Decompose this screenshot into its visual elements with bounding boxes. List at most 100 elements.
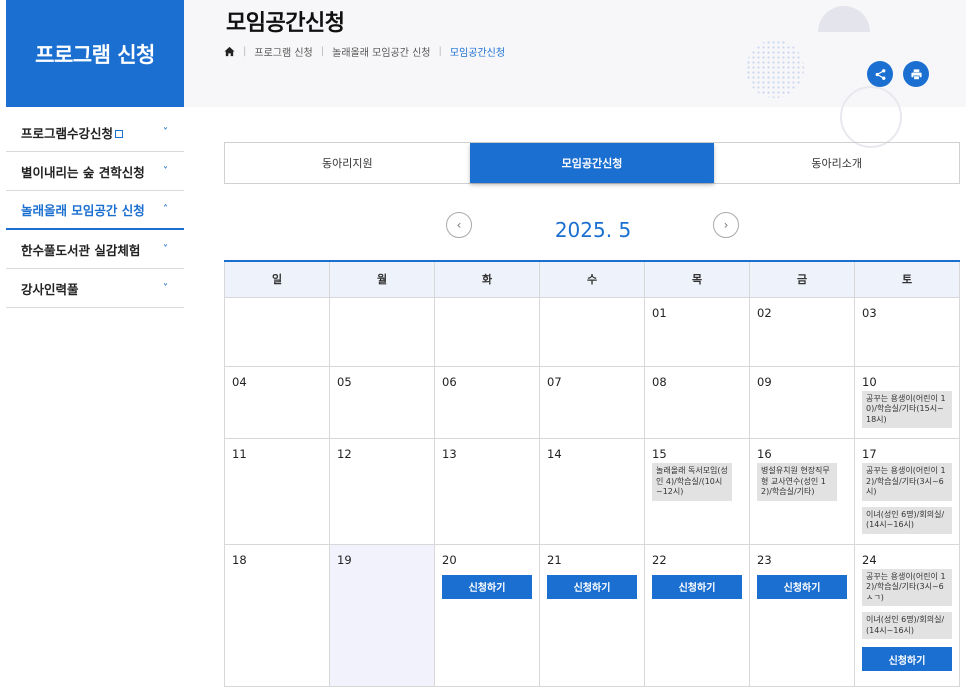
reservation-event[interactable]: 이녀(성인 6명)/회의실/(14시~16시) xyxy=(862,612,952,639)
month-navigation: ‹ 2025. 5 › xyxy=(446,212,740,252)
sidebar-item-instructor-pool[interactable]: 강사인력풀 ˅ xyxy=(6,269,184,308)
calendar-week-row: 18 19 20 신청하기 21 신청하기 22 신청하기 23 신청하기 24… xyxy=(224,543,960,687)
weekday-header: 월 xyxy=(329,260,435,298)
calendar-day-cell: 24 공꾸는 용생이(어린이 12)/학습실/기타(3시~6ㅅㄱ) 이녀(성인 … xyxy=(854,543,960,687)
breadcrumb-separator: | xyxy=(243,46,247,57)
external-link-icon xyxy=(115,130,124,138)
calendar-day-cell-today: 19 xyxy=(329,543,435,687)
breadcrumb: | 프로그램 신청 | 놀래올래 모임공간 신청 | 모임공간신청 xyxy=(224,44,505,59)
sidebar-item-meeting-space[interactable]: 놀래올래 모임공간 신청 ˄ xyxy=(6,191,184,230)
calendar-day-cell: 14 xyxy=(539,438,645,545)
tab-club-intro[interactable]: 동아리소개 xyxy=(714,143,959,183)
reservation-event[interactable]: 공꾸는 용생이(어린이 12)/학습실/기타(3시~6시) xyxy=(862,463,952,501)
day-number: 16 xyxy=(757,447,772,461)
sidebar-item-label: 강사인력풀 xyxy=(21,281,79,297)
page-title: 모임공간신청 xyxy=(226,11,345,36)
apply-button[interactable]: 신청하기 xyxy=(757,574,847,599)
chevron-right-icon: › xyxy=(723,218,729,232)
breadcrumb-current[interactable]: 모임공간신청 xyxy=(450,44,505,59)
calendar-day-cell xyxy=(224,296,330,367)
apply-button[interactable]: 신청하기 xyxy=(547,574,637,599)
sidebar-item-program-registration[interactable]: 프로그램수강신청 ˅ xyxy=(6,113,184,152)
calendar-day-cell: 12 xyxy=(329,438,435,545)
chevron-down-icon[interactable]: ˅ xyxy=(163,244,168,255)
reservation-event[interactable]: 병설유치원 현장직무형 교사연수(성인 12)/학습실/기타) xyxy=(757,463,837,501)
calendar-day-cell: 22 신청하기 xyxy=(644,543,750,687)
print-button[interactable] xyxy=(903,61,929,87)
page-header: 모임공간신청 | 프로그램 신청 | 놀래올래 모임공간 신청 | 모임공간신청 xyxy=(184,0,966,148)
calendar-day-cell: 13 xyxy=(434,438,540,545)
weekday-header-row: 일 월 화 수 목 금 토 xyxy=(224,260,960,298)
reservation-event[interactable]: 이녀(성인 6명)/회의실/(14시~16시) xyxy=(862,506,952,534)
day-number: 22 xyxy=(652,552,667,567)
day-number: 21 xyxy=(547,552,562,567)
calendar-day-cell: 05 xyxy=(329,365,435,439)
day-number: 08 xyxy=(652,374,667,389)
calendar-day-cell: 06 xyxy=(434,365,540,439)
home-icon[interactable] xyxy=(224,46,235,57)
day-number: 24 xyxy=(862,552,877,567)
share-button[interactable] xyxy=(867,61,893,87)
decoration-dots xyxy=(746,40,804,98)
reservation-event[interactable]: 공꾸는 용생이(어린이 10)/학습실/기타(15시~18시) xyxy=(862,390,952,428)
calendar-day-cell: 11 xyxy=(224,438,330,545)
sidebar-item-label: 프로그램수강신청 xyxy=(21,125,114,141)
breadcrumb-item[interactable]: 놀래올래 모임공간 신청 xyxy=(332,44,430,59)
day-number: 01 xyxy=(652,305,667,320)
reservation-event[interactable]: 놀래올래 독서모임(성인 4)/학습실/(10시~12시) xyxy=(652,463,732,501)
sidebar-item-forest-tour[interactable]: 별이내리는 숲 견학신청 ˅ xyxy=(6,152,184,191)
weekday-header: 일 xyxy=(224,260,330,298)
next-month-button[interactable]: › xyxy=(713,212,739,238)
chevron-down-icon[interactable]: ˅ xyxy=(163,127,168,138)
day-number: 11 xyxy=(232,447,247,461)
sidebar-item-immersive-experience[interactable]: 한수풀도서관 실감체험 ˅ xyxy=(6,230,184,269)
sidebar-item-label: 한수풀도서관 실감체험 xyxy=(21,242,141,258)
day-number: 03 xyxy=(862,305,877,320)
day-number: 14 xyxy=(547,447,562,461)
content-tabs: 동아리지원 모임공간신청 동아리소개 xyxy=(224,142,960,184)
calendar-day-cell xyxy=(434,296,540,367)
calendar-day-cell: 23 신청하기 xyxy=(749,543,855,687)
day-number: 02 xyxy=(757,305,772,320)
decoration-ring xyxy=(840,86,902,148)
calendar-day-cell: 02 xyxy=(749,296,855,367)
calendar-day-cell: 18 xyxy=(224,543,330,687)
calendar-day-cell xyxy=(539,296,645,367)
tab-club-support[interactable]: 동아리지원 xyxy=(225,143,470,183)
day-number: 19 xyxy=(337,552,352,567)
weekday-header: 화 xyxy=(434,260,540,298)
day-number: 23 xyxy=(757,552,772,567)
decoration-half-circle xyxy=(818,6,870,32)
day-number: 13 xyxy=(442,447,457,461)
apply-button[interactable]: 신청하기 xyxy=(862,647,952,671)
breadcrumb-separator: | xyxy=(438,46,442,57)
calendar-day-cell: 09 xyxy=(749,365,855,439)
reservation-event[interactable]: 공꾸는 용생이(어린이 12)/학습실/기타(3시~6ㅅㄱ) xyxy=(862,568,952,606)
sidebar-item-label: 별이내리는 숲 견학신청 xyxy=(21,164,145,180)
day-number: 20 xyxy=(442,552,457,567)
calendar-day-cell: 21 신청하기 xyxy=(539,543,645,687)
calendar-week-row: 01 02 03 xyxy=(224,296,960,367)
weekday-header: 금 xyxy=(749,260,855,298)
breadcrumb-item[interactable]: 프로그램 신청 xyxy=(254,44,312,59)
apply-button[interactable]: 신청하기 xyxy=(442,574,532,599)
sidebar-nav: 프로그램수강신청 ˅ 별이내리는 숲 견학신청 ˅ 놀래올래 모임공간 신청 ˄… xyxy=(6,113,184,308)
chevron-down-icon[interactable]: ˅ xyxy=(163,166,168,177)
day-number: 05 xyxy=(337,374,352,389)
month-label: 2025. 5 xyxy=(554,218,632,242)
sidebar-item-label: 놀래올래 모임공간 신청 xyxy=(21,203,145,218)
calendar-day-cell: 16 병설유치원 현장직무형 교사연수(성인 12)/학습실/기타) xyxy=(749,438,855,545)
day-number: 18 xyxy=(232,552,247,567)
day-number: 17 xyxy=(862,447,877,461)
calendar-day-cell: 01 xyxy=(644,296,750,367)
tab-meeting-space[interactable]: 모임공간신청 xyxy=(469,143,715,183)
calendar-day-cell: 20 신청하기 xyxy=(434,543,540,687)
chevron-down-icon[interactable]: ˅ xyxy=(163,283,168,294)
apply-button[interactable]: 신청하기 xyxy=(652,574,742,599)
weekday-header: 목 xyxy=(644,260,750,298)
calendar-table: 일 월 화 수 목 금 토 01 02 03 04 05 06 07 08 09 xyxy=(224,260,960,687)
chevron-up-icon[interactable]: ˄ xyxy=(163,204,168,215)
calendar-day-cell: 08 xyxy=(644,365,750,439)
day-number: 15 xyxy=(652,447,667,461)
day-number: 10 xyxy=(862,374,877,389)
